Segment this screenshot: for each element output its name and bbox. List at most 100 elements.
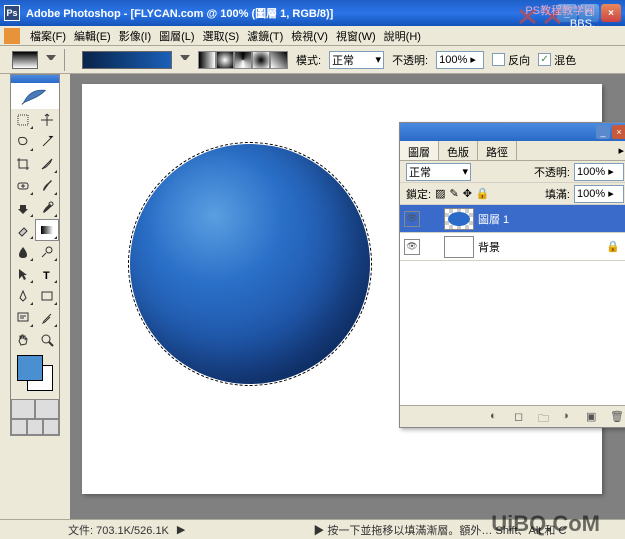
hand-tool[interactable]: [11, 329, 35, 351]
notes-tool[interactable]: [11, 307, 35, 329]
layer-row[interactable]: 背景 🔒: [400, 233, 625, 261]
panel-close-icon[interactable]: ×: [612, 125, 625, 139]
marquee-tool[interactable]: [11, 109, 35, 131]
type-tool[interactable]: T: [35, 263, 59, 285]
tab-channels[interactable]: 色版: [439, 141, 478, 160]
lasso-tool[interactable]: [11, 131, 35, 153]
visibility-eye-icon[interactable]: [404, 211, 420, 227]
new-layer-icon[interactable]: ▣: [586, 410, 600, 424]
panel-menu-icon[interactable]: ▸: [612, 141, 625, 160]
lock-position-icon[interactable]: ✥: [463, 187, 472, 200]
menu-edit[interactable]: 編輯(E): [70, 26, 115, 46]
visibility-eye-icon[interactable]: [404, 239, 420, 255]
layer-blend-select[interactable]: 正常▾: [406, 163, 471, 181]
menu-image[interactable]: 影像(I): [115, 26, 155, 46]
history-brush-tool[interactable]: [35, 197, 59, 219]
radial-gradient-icon[interactable]: [216, 51, 234, 69]
menu-help[interactable]: 說明(H): [380, 26, 425, 46]
foreground-color[interactable]: [17, 355, 43, 381]
reverse-checkbox[interactable]: [492, 53, 505, 66]
tool-panel: T: [10, 74, 60, 436]
angle-gradient-icon[interactable]: [234, 51, 252, 69]
color-wells: [11, 351, 59, 399]
reverse-label: 反向: [508, 52, 530, 68]
healing-brush-tool[interactable]: [11, 175, 35, 197]
move-tool[interactable]: [35, 109, 59, 131]
dodge-tool[interactable]: [35, 241, 59, 263]
layer-opacity-input[interactable]: 100% ▸: [574, 163, 624, 181]
photoshop-icon: Ps: [4, 5, 20, 21]
magic-wand-tool[interactable]: [35, 131, 59, 153]
layers-panel: _× 圖層 色版 路徑 ▸ 正常▾ 不透明: 100% ▸ 鎖定: ▨ ✎ ✥ …: [399, 122, 625, 428]
document-icon: [4, 28, 20, 44]
panel-titlebar[interactable]: _×: [400, 123, 625, 141]
watermark-logo: UiBQ.CoM: [491, 511, 600, 537]
layer-row[interactable]: 圖層 1: [400, 205, 625, 233]
link-slot[interactable]: [424, 239, 440, 255]
panel-tabs: 圖層 色版 路徑 ▸: [400, 141, 625, 161]
tab-layers[interactable]: 圖層: [400, 141, 439, 160]
standard-mode-icon[interactable]: [11, 399, 35, 419]
full-menu-screen-icon[interactable]: [27, 419, 43, 435]
gradient-swatch-icon[interactable]: [12, 51, 38, 69]
diamond-gradient-icon[interactable]: [270, 51, 288, 69]
menu-layer[interactable]: 圖層(L): [155, 26, 198, 46]
pen-tool[interactable]: [11, 285, 35, 307]
eraser-tool[interactable]: [11, 219, 35, 241]
layer-thumbnail[interactable]: [444, 236, 474, 258]
selection-marquee: [128, 142, 372, 386]
shape-tool[interactable]: [35, 285, 59, 307]
gradient-dropdown-icon[interactable]: [180, 55, 190, 65]
link-slot[interactable]: [424, 211, 440, 227]
panel-minimize-icon[interactable]: _: [596, 125, 610, 139]
standard-screen-icon[interactable]: [11, 419, 27, 435]
layer-name: 背景: [478, 239, 500, 255]
gradient-preview[interactable]: [82, 51, 172, 69]
layer-mask-icon[interactable]: ◻: [514, 410, 528, 424]
lock-all-icon[interactable]: 🔒: [476, 187, 490, 200]
filesize-text: 文件: 703.1K/526.1K: [68, 522, 169, 538]
full-screen-icon[interactable]: [43, 419, 59, 435]
blur-tool[interactable]: [11, 241, 35, 263]
menu-filter[interactable]: 濾鏡(T): [243, 26, 287, 46]
linear-gradient-icon[interactable]: [198, 51, 216, 69]
layer-thumbnail[interactable]: [444, 208, 474, 230]
blend-mode-select[interactable]: 正常▾: [329, 51, 384, 69]
slice-tool[interactable]: [35, 153, 59, 175]
menu-view[interactable]: 檢視(V): [287, 26, 332, 46]
panel-grip[interactable]: [11, 75, 59, 83]
svg-text:T: T: [43, 270, 50, 281]
zoom-tool[interactable]: [35, 329, 59, 351]
menu-file[interactable]: 檔案(F): [26, 26, 70, 46]
status-menu-icon[interactable]: ▶: [177, 523, 185, 536]
clone-stamp-tool[interactable]: [11, 197, 35, 219]
tool-options-bar: 模式: 正常▾ 不透明: 100% ▸ 反向 ✓混色: [0, 46, 625, 74]
lock-transparency-icon[interactable]: ▨: [435, 187, 445, 200]
opacity-input[interactable]: 100% ▸: [436, 51, 484, 69]
layer-name: 圖層 1: [478, 211, 509, 227]
crop-tool[interactable]: [11, 153, 35, 175]
close-button[interactable]: ×: [601, 4, 621, 22]
opacity-label: 不透明:: [392, 52, 428, 68]
lock-pixels-icon[interactable]: ✎: [449, 187, 458, 200]
delete-layer-icon[interactable]: 🗑: [610, 410, 624, 424]
adjustment-layer-icon[interactable]: ◑: [562, 410, 576, 424]
window-title: Adobe Photoshop - [FLYCAN.com @ 100% (圖層…: [26, 5, 333, 21]
swatch-dropdown-icon[interactable]: [46, 55, 56, 65]
quick-mask-icon[interactable]: [35, 399, 59, 419]
workspace: T _× 圖層: [0, 74, 625, 519]
tab-paths[interactable]: 路徑: [478, 141, 517, 160]
menu-select[interactable]: 選取(S): [199, 26, 244, 46]
gradient-tool[interactable]: [35, 219, 59, 241]
layer-style-icon[interactable]: ◐: [490, 410, 504, 424]
fill-input[interactable]: 100% ▸: [574, 185, 624, 203]
reflected-gradient-icon[interactable]: [252, 51, 270, 69]
eyedropper-tool[interactable]: [35, 307, 59, 329]
menu-window[interactable]: 視窗(W): [332, 26, 380, 46]
path-selection-tool[interactable]: [11, 263, 35, 285]
brush-tool[interactable]: [35, 175, 59, 197]
new-group-icon[interactable]: 🗀: [538, 410, 552, 424]
fill-label: 填滿:: [545, 186, 570, 202]
watermark-bbs: BBS.: [570, 18, 595, 30]
dither-checkbox[interactable]: ✓: [538, 53, 551, 66]
